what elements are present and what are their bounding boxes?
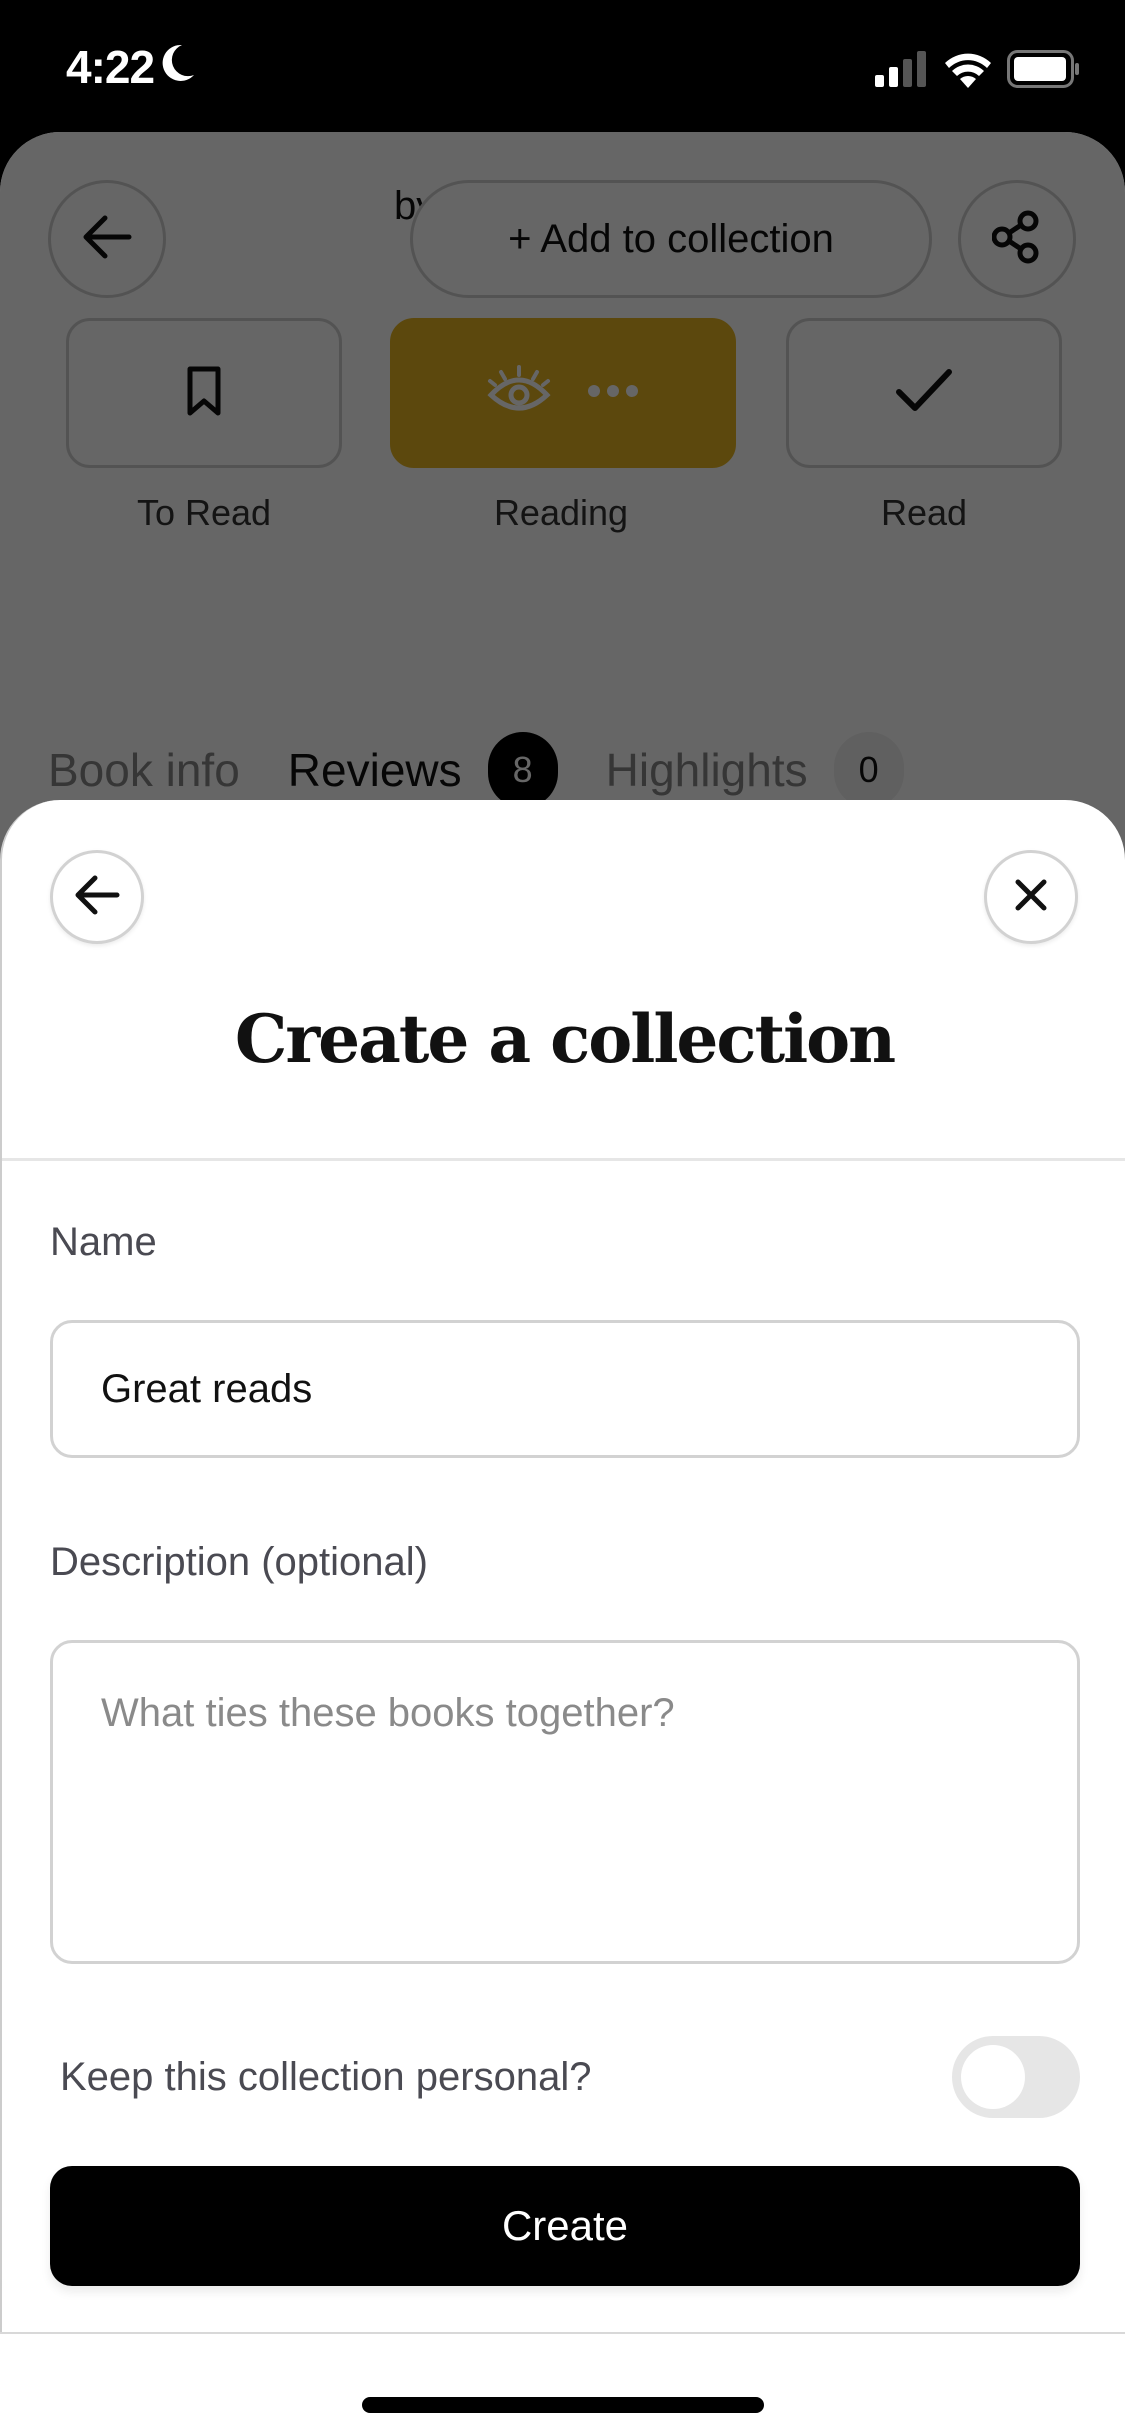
sheet-divider (2, 1158, 1125, 1161)
create-button[interactable]: Create (50, 2166, 1080, 2286)
home-indicator[interactable] (362, 2397, 764, 2413)
sheet-title: Create a collection (234, 1000, 896, 1078)
share-icon (991, 209, 1042, 270)
tab-label: Highlights (605, 744, 808, 796)
tab-highlights[interactable]: Highlights 0 (606, 732, 904, 808)
arrow-left-icon (73, 874, 121, 921)
create-collection-sheet: Create a collection Name Description (op… (0, 800, 1125, 2436)
to-read-button[interactable] (66, 318, 342, 468)
description-input[interactable] (50, 1640, 1080, 1964)
reviews-count-badge: 8 (487, 732, 558, 808)
battery-icon (1007, 50, 1081, 93)
description-label: Description (optional) (50, 1540, 428, 1584)
status-bar: 4:22 (0, 0, 1125, 132)
home-indicator-area (0, 2334, 1125, 2436)
personal-toggle[interactable] (952, 2036, 1080, 2118)
share-button[interactable] (958, 180, 1076, 298)
sheet-back-button[interactable] (50, 850, 144, 944)
add-to-collection-button[interactable]: + Add to collection (410, 180, 932, 298)
wifi-icon (943, 50, 993, 93)
tab-label: Reviews (287, 744, 462, 796)
personal-toggle-label: Keep this collection personal? (60, 2055, 592, 2099)
status-time-group: 4:22 (66, 40, 196, 94)
tab-reviews[interactable]: Reviews 8 (288, 732, 558, 808)
status-icons (875, 50, 1081, 93)
name-label: Name (50, 1220, 157, 1264)
reading-button[interactable] (390, 318, 736, 468)
status-time: 4:22 (66, 41, 155, 93)
tab-book-info[interactable]: Book info (48, 743, 240, 797)
eye-icon (487, 364, 551, 422)
read-button[interactable] (786, 318, 1062, 468)
more-dots-icon (587, 384, 639, 403)
sheet-close-button[interactable] (984, 850, 1078, 944)
toggle-knob (961, 2045, 1025, 2109)
name-input[interactable] (50, 1320, 1080, 1458)
read-label: Read (880, 492, 968, 533)
book-tabs: Book info Reviews 8 Highlights 0 (48, 732, 952, 808)
to-read-label: To Read (136, 492, 272, 533)
cellular-signal-icon (875, 51, 929, 92)
moon-icon (160, 40, 196, 94)
tab-label: Book info (48, 744, 240, 796)
check-icon (895, 368, 953, 419)
reading-label: Reading (493, 492, 629, 533)
highlights-count-badge: 0 (833, 732, 904, 808)
arrow-left-icon (81, 214, 133, 265)
close-icon (1014, 878, 1048, 917)
page-back-button[interactable] (48, 180, 166, 298)
bookmark-icon (184, 365, 224, 422)
